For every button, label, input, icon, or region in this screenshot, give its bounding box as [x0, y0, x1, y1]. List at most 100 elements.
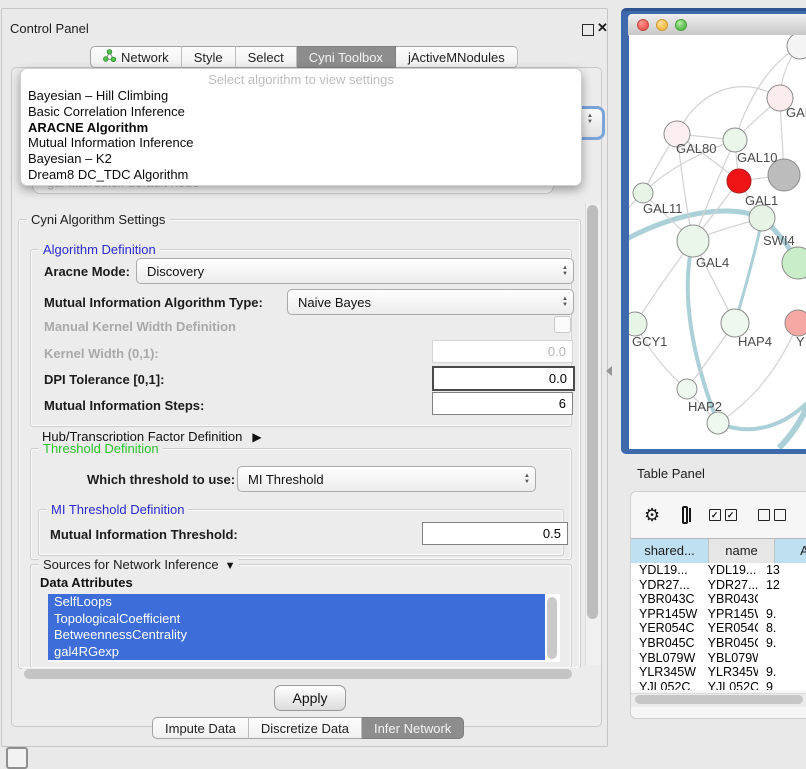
table-row[interactable]: YDR27...YDR27...12	[631, 578, 806, 593]
algorithm-option[interactable]: Bayesian – Hill Climbing	[21, 88, 581, 104]
tab-label: jActiveMNodules	[408, 50, 505, 65]
attribute-item[interactable]: SelfLoops	[48, 594, 545, 611]
algorithm-option[interactable]: Dream8 DC_TDC Algorithm	[21, 167, 581, 183]
manual-kernel-checkbox[interactable]	[554, 316, 571, 333]
table-cell: 9.	[758, 607, 806, 622]
network-node[interactable]	[677, 379, 697, 399]
mi-steps-label: Mutual Information Steps:	[44, 398, 204, 413]
table-body: YDL19...YDL19...13YDR27...YDR27...12YBR0…	[631, 563, 806, 690]
network-node[interactable]	[633, 183, 653, 203]
which-threshold-combobox[interactable]: MI Threshold ▲▼	[237, 466, 536, 492]
network-view-window: GALGAL80GAL10GAL1GAL11GAL4SWI4GCY1HAP4YH…	[621, 8, 806, 454]
table-cell: 9	[758, 680, 806, 690]
table-hscroll-thumb[interactable]	[635, 695, 803, 704]
network-window-titlebar[interactable]	[628, 14, 806, 36]
table-cell: 9.	[758, 636, 806, 651]
dpi-tolerance-label: DPI Tolerance [0,1]:	[44, 372, 164, 387]
tab-jactivemnodules[interactable]: jActiveMNodules	[396, 46, 518, 68]
node-label: GAL	[786, 105, 806, 120]
mi-steps-input[interactable]: 6	[432, 392, 573, 415]
network-edge[interactable]	[677, 87, 780, 134]
network-icon	[103, 49, 116, 65]
table-cell	[758, 651, 806, 666]
node-label: HAP2	[688, 399, 722, 414]
zoom-traffic-light-icon[interactable]	[675, 19, 687, 31]
network-node[interactable]	[629, 312, 647, 336]
network-node[interactable]	[787, 35, 806, 59]
network-canvas[interactable]: GALGAL80GAL10GAL1GAL11GAL4SWI4GCY1HAP4YH…	[629, 35, 806, 449]
attribute-item[interactable]: gal4RGexp	[48, 644, 545, 661]
network-node[interactable]	[721, 309, 749, 337]
mi-threshold-input[interactable]: 0.5	[422, 522, 568, 545]
bottom-tabs: Impute DataDiscretize DataInfer Network	[152, 717, 464, 739]
table-cell: YDL19...	[700, 563, 758, 578]
tab-cyni-toolbox[interactable]: Cyni Toolbox	[297, 46, 396, 68]
deselect-all-icon[interactable]	[758, 509, 786, 521]
tab-infer-network[interactable]: Infer Network	[362, 717, 464, 739]
docked-window-icon[interactable]	[6, 747, 28, 769]
attribute-item[interactable]: BetweennessCentrality	[48, 627, 545, 644]
apply-button[interactable]: Apply	[274, 685, 346, 711]
list-scrollbar[interactable]	[547, 597, 557, 659]
column-header-shared-[interactable]: shared...	[631, 539, 709, 563]
expand-icon[interactable]: ▶	[252, 430, 261, 444]
table-cell: YPR145W	[631, 607, 700, 622]
tab-label: Select	[248, 50, 284, 65]
algorithm-placeholder: Select algorithm to view settings	[21, 71, 581, 88]
table-cell: YJL052C	[631, 680, 700, 690]
node-label: GAL11	[643, 201, 683, 216]
node-label: SWI4	[763, 233, 795, 248]
algorithm-option[interactable]: Bayesian – K2	[21, 151, 581, 167]
panel-splitter-handle[interactable]	[606, 366, 612, 376]
network-node[interactable]	[782, 247, 806, 279]
table-cell: YDL19...	[631, 563, 700, 578]
sources-toggle[interactable]: Sources for Network Inference ▼	[39, 557, 239, 572]
table-cell: 12	[758, 578, 806, 593]
float-window-icon[interactable]	[582, 24, 594, 36]
settings-vscroll-thumb[interactable]	[587, 205, 598, 619]
table-row[interactable]: YJL052CYJL052C9	[631, 680, 806, 690]
settings-hscroll-thumb[interactable]	[24, 669, 572, 679]
select-all-icon[interactable]: ✓✓	[709, 509, 737, 521]
tab-select[interactable]: Select	[236, 46, 297, 68]
table-toolbar: ⚙ ✓✓	[631, 492, 806, 538]
column-header-a[interactable]: A	[775, 539, 806, 563]
attribute-item[interactable]: TopologicalCoefficient	[48, 611, 545, 628]
network-node[interactable]	[749, 205, 775, 231]
table-row[interactable]: YER054CYER054C8.	[631, 621, 806, 636]
table-row[interactable]: YPR145WYPR145W9.	[631, 607, 806, 622]
network-edge[interactable]	[735, 220, 762, 323]
column-header-name[interactable]: name	[709, 539, 775, 563]
table-row[interactable]: YBR045CYBR045C9.	[631, 636, 806, 651]
tab-discretize-data[interactable]: Discretize Data	[249, 717, 362, 739]
network-node[interactable]	[677, 225, 709, 257]
aracne-mode-combobox[interactable]: Discovery ▲▼	[136, 258, 574, 284]
table-row[interactable]: YBR043CYBR043C	[631, 592, 806, 607]
close-traffic-light-icon[interactable]	[637, 19, 649, 31]
algorithm-option[interactable]: Basic Correlation Inference	[21, 104, 581, 120]
kernel-width-input[interactable]: 0.0	[432, 340, 573, 363]
network-node[interactable]	[707, 412, 729, 434]
dpi-tolerance-input[interactable]: 0.0	[432, 366, 575, 391]
collapse-icon[interactable]: ▼	[225, 560, 236, 572]
tab-style[interactable]: Style	[182, 46, 236, 68]
minimize-traffic-light-icon[interactable]	[656, 19, 668, 31]
algorithm-option[interactable]: ARACNE Algorithm	[21, 120, 581, 136]
sources-title: Sources for Network Inference	[43, 557, 219, 572]
table-row[interactable]: YDL19...YDL19...13	[631, 563, 806, 578]
table-cell: YBL079W	[631, 651, 700, 666]
table-row[interactable]: YBL079WYBL079W	[631, 651, 806, 666]
close-icon[interactable]: ✕	[597, 20, 608, 36]
node-label: Y	[796, 334, 805, 349]
algorithm-option[interactable]: Mutual Information Inference	[21, 135, 581, 151]
network-node[interactable]	[727, 169, 751, 193]
which-threshold-value: MI Threshold	[238, 472, 519, 487]
table-row[interactable]: YLR345WYLR345W9.	[631, 665, 806, 680]
mi-algorithm-type-combobox[interactable]: Naive Bayes ▲▼	[287, 289, 574, 315]
columns-icon[interactable]	[682, 506, 687, 524]
gear-icon[interactable]: ⚙	[644, 505, 660, 526]
tab-impute-data[interactable]: Impute Data	[152, 717, 249, 739]
tab-network[interactable]: Network	[90, 46, 182, 68]
network-node[interactable]	[785, 310, 806, 336]
network-node[interactable]	[723, 128, 747, 152]
